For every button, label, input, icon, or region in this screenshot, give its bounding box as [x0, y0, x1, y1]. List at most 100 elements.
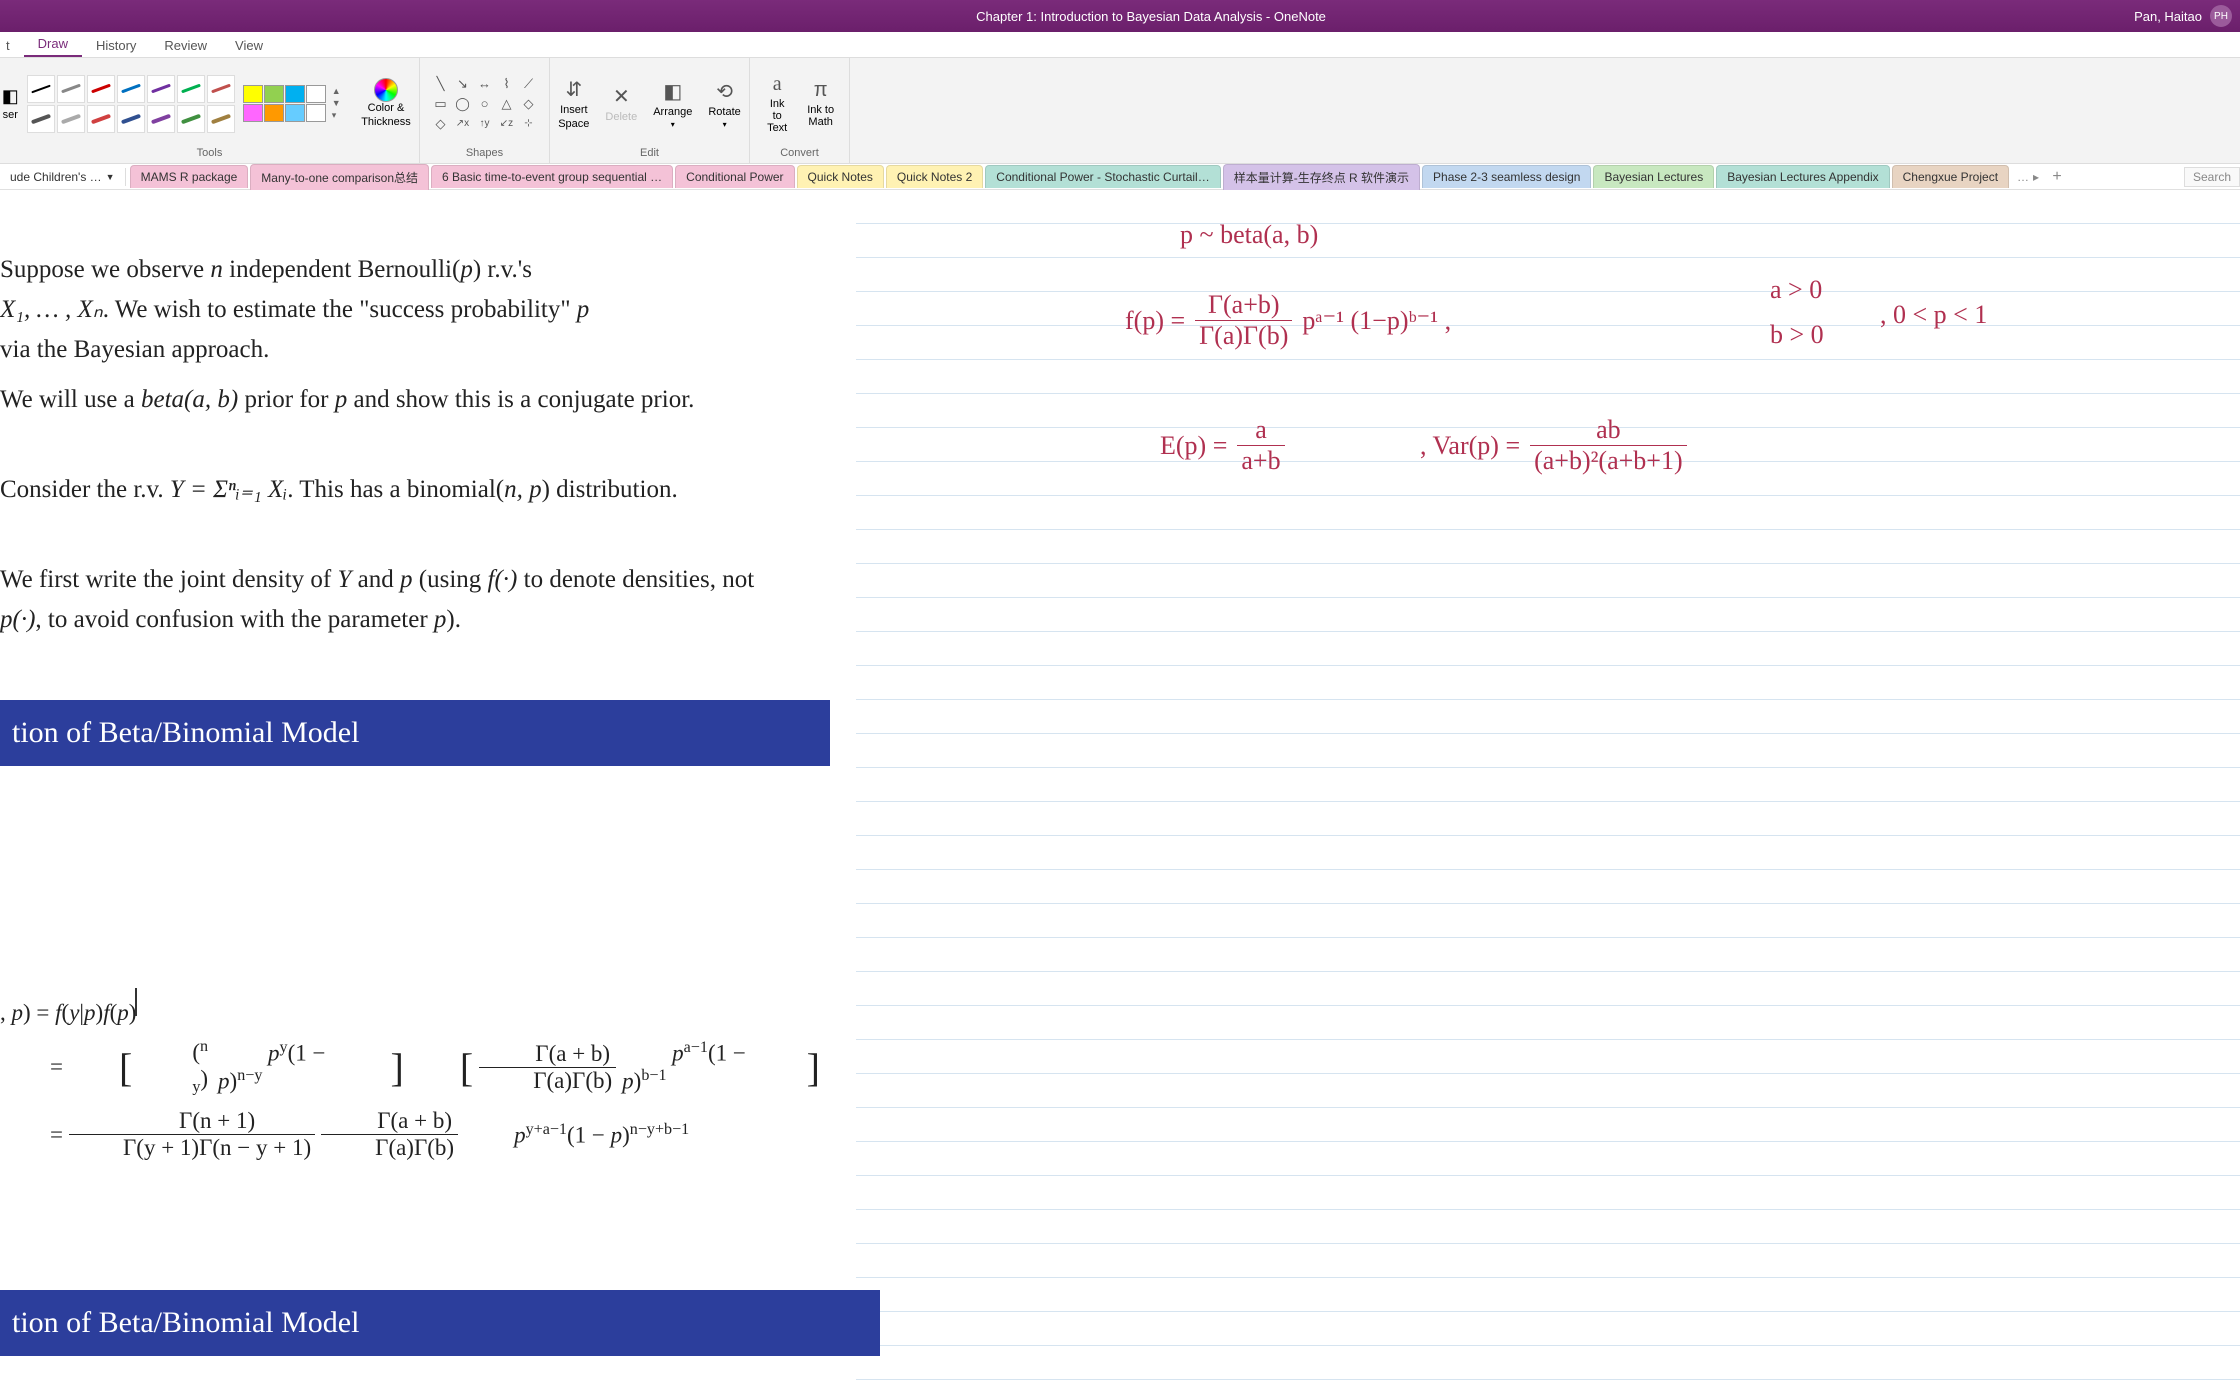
pen2-5[interactable] [147, 105, 175, 133]
ink-density[interactable]: f(p) = Γ(a+b)Γ(a)Γ(b) pᵃ⁻¹ (1−p)ᵇ⁻¹ , [1125, 290, 1451, 351]
ribbon-group-shapes: ╲ ↘ ↔ ⌇ ⟋ ▭ ◯ ○ △ ◇ ◇ ↗x ↑y ↙z ⊹ Shapes [420, 58, 550, 163]
ink-prior[interactable]: p ~ beta(a, b) [1180, 220, 1318, 250]
equation-block: , p) = f(y|p)f(p) = [ (ny) py(1 − p)n−y … [0, 1000, 820, 1161]
slide-paragraph-1: Suppose we observe n independent Bernoul… [0, 250, 820, 370]
section-tab-chengxue[interactable]: Chengxue Project [1892, 165, 2009, 188]
ink-constraint-b[interactable]: b > 0 [1770, 320, 1824, 350]
ruled-background [856, 190, 2240, 1400]
slide-header-1: tion of Beta/Binomial Model [0, 700, 830, 766]
section-tab-quicknotes2[interactable]: Quick Notes 2 [886, 165, 983, 188]
swatch-green[interactable] [264, 85, 284, 103]
insert-space-button[interactable]: ⇵ Insert Space [552, 73, 595, 134]
pen2-3[interactable] [87, 105, 115, 133]
rotate-button[interactable]: ⟲ Rotate ▾ [702, 75, 746, 133]
shape-triangle[interactable]: △ [497, 95, 517, 113]
user-area[interactable]: Pan, Haitao PH [2134, 5, 2232, 27]
section-tab-stochastic[interactable]: Conditional Power - Stochastic Curtail… [985, 165, 1220, 188]
ribbon-tab-view[interactable]: View [221, 34, 277, 57]
shape-circle[interactable]: ○ [475, 95, 495, 113]
pen2-1[interactable] [27, 105, 55, 133]
shape-ellipse[interactable]: ◯ [453, 95, 473, 113]
pen2-2[interactable] [57, 105, 85, 133]
convert-label: Convert [780, 145, 819, 161]
shape-diamond[interactable]: ◇ [431, 115, 451, 133]
section-tab-bayesian[interactable]: Bayesian Lectures [1593, 165, 1714, 188]
tab-left-icon[interactable]: … [2017, 170, 2029, 184]
shape-3d-x[interactable]: ↗x [453, 115, 473, 133]
section-tab-many[interactable]: Many-to-one comparison总结 [250, 164, 429, 190]
ink-cursor [135, 988, 137, 1016]
pen-green[interactable] [177, 75, 205, 103]
ribbon-tab-draw[interactable]: Draw [24, 32, 82, 57]
shape-zigzag[interactable]: ⌇ [497, 75, 517, 93]
delete-button[interactable]: ✕ Delete [599, 80, 643, 127]
ink-var[interactable]: , Var(p) = ab(a+b)²(a+b+1) [1420, 415, 1687, 476]
pen2-7[interactable] [207, 105, 235, 133]
gallery-more-down[interactable]: ▼ [332, 98, 341, 108]
note-canvas[interactable]: Suppose we observe n independent Bernoul… [0, 190, 2240, 1400]
arrange-button[interactable]: ◧ Arrange ▾ [647, 75, 698, 133]
swatch-yellow[interactable] [243, 85, 263, 103]
ink-to-math-button[interactable]: π Ink to Math [800, 75, 841, 132]
ink-constraint-p[interactable]: , 0 < p < 1 [1880, 300, 1987, 330]
pen-brown[interactable] [207, 75, 235, 103]
pen-red[interactable] [87, 75, 115, 103]
pen-black-thin[interactable] [27, 75, 55, 103]
eraser-button[interactable]: ◧ ser [0, 82, 23, 125]
shape-rect[interactable]: ▭ [431, 95, 451, 113]
slide-paragraph-4: We first write the joint density of Y an… [0, 560, 780, 640]
ribbon-tab-history[interactable]: History [82, 34, 150, 57]
shape-3d-y[interactable]: ↑y [475, 115, 495, 133]
swatch-lightblue[interactable] [285, 104, 305, 122]
ink-to-text-button[interactable]: a Ink to Text [758, 69, 796, 138]
section-tab-samplesize[interactable]: 样本量计算-生存终点 R 软件演示 [1223, 164, 1420, 190]
ribbon-tab-file[interactable]: t [4, 34, 24, 57]
shapes-gallery[interactable]: ╲ ↘ ↔ ⌇ ⟋ ▭ ◯ ○ △ ◇ ◇ ↗x ↑y ↙z ⊹ [431, 75, 539, 133]
ink-mean[interactable]: E(p) = aa+b [1160, 415, 1285, 476]
rotate-icon: ⟲ [716, 79, 733, 104]
swatch-white1[interactable] [306, 85, 326, 103]
section-tab-appendix[interactable]: Bayesian Lectures Appendix [1716, 165, 1889, 188]
pen2-4[interactable] [117, 105, 145, 133]
slide-header-2: tion of Beta/Binomial Model [0, 1290, 880, 1356]
shape-3d-z[interactable]: ↙z [497, 115, 517, 133]
section-tab-mams[interactable]: MAMS R package [130, 165, 249, 188]
avatar[interactable]: PH [2210, 5, 2232, 27]
pen-gray[interactable] [57, 75, 85, 103]
swatch-white2[interactable] [306, 104, 326, 122]
ink-constraint-a[interactable]: a > 0 [1770, 275, 1822, 305]
shape-line[interactable]: ╲ [431, 75, 451, 93]
section-tab-quicknotes[interactable]: Quick Notes [797, 165, 884, 188]
section-tab-timeevent[interactable]: 6 Basic time-to-event group sequential … [431, 165, 673, 188]
user-name: Pan, Haitao [2134, 9, 2202, 24]
add-section-button[interactable]: + [2045, 168, 2069, 186]
shape-graph[interactable]: ⊹ [519, 115, 539, 133]
tab-nav-controls[interactable]: … ▸ [2011, 170, 2045, 184]
color-thickness-button[interactable]: Color & Thickness [351, 76, 422, 130]
search-input[interactable]: Search [2184, 167, 2240, 187]
ribbon-group-tools: ◧ ser [0, 58, 420, 163]
ribbon-tab-review[interactable]: Review [150, 34, 221, 57]
section-tab-seamless[interactable]: Phase 2-3 seamless design [1422, 165, 1591, 188]
eraser-icon: ◧ [2, 86, 19, 107]
pen-blue[interactable] [117, 75, 145, 103]
shape-rhomb[interactable]: ◇ [519, 95, 539, 113]
slide-paragraph-2: We will use a beta(a, b) prior for p and… [0, 380, 780, 420]
swatch-orange[interactable] [264, 104, 284, 122]
delete-icon: ✕ [613, 84, 630, 109]
gallery-more-expand[interactable]: ▾ [332, 110, 341, 121]
tab-right-icon[interactable]: ▸ [2033, 170, 2039, 184]
highlighter-swatches[interactable] [243, 85, 326, 122]
shape-angle[interactable]: ⟋ [519, 75, 539, 93]
swatch-magenta[interactable] [243, 104, 263, 122]
shape-arrow[interactable]: ↘ [453, 75, 473, 93]
pen-gallery[interactable] [27, 75, 235, 133]
pen2-6[interactable] [177, 105, 205, 133]
shape-darrow[interactable]: ↔ [475, 75, 495, 93]
pen-purple[interactable] [147, 75, 175, 103]
swatch-cyan[interactable] [285, 85, 305, 103]
notebook-dropdown[interactable]: ude Children's … ▼ [0, 168, 126, 186]
gallery-more-up[interactable]: ▲ [332, 86, 341, 96]
section-tab-condpower[interactable]: Conditional Power [675, 165, 794, 188]
slide-paragraph-3: Consider the r.v. Y = Σⁿᵢ₌₁ Xᵢ. This has… [0, 470, 800, 510]
